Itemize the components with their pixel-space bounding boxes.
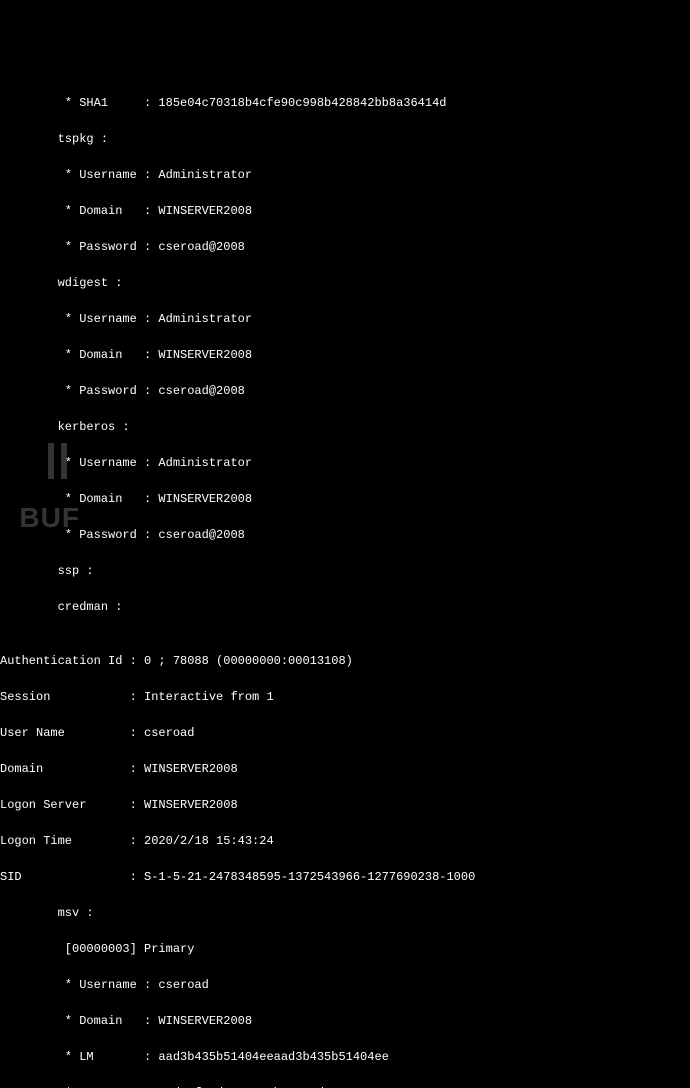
output-line: wdigest : — [0, 274, 690, 292]
output-line: tspkg : — [0, 130, 690, 148]
output-line: * Domain : WINSERVER2008 — [0, 1012, 690, 1030]
output-line: * Username : Administrator — [0, 310, 690, 328]
output-line: kerberos : — [0, 418, 690, 436]
output-line: credman : — [0, 598, 690, 616]
output-line: * Domain : WINSERVER2008 — [0, 346, 690, 364]
output-line: * Password : cseroad@2008 — [0, 238, 690, 256]
output-line: Session : Interactive from 1 — [0, 688, 690, 706]
output-line: ssp : — [0, 562, 690, 580]
output-line: User Name : cseroad — [0, 724, 690, 742]
output-line: * Password : cseroad@2008 — [0, 526, 690, 544]
output-line: msv : — [0, 904, 690, 922]
terminal-output: * SHA1 : 185e04c70318b4cfe90c998b428842b… — [0, 76, 690, 1088]
output-line: * SHA1 : 185e04c70318b4cfe90c998b428842b… — [0, 94, 690, 112]
output-line: Authentication Id : 0 ; 78088 (00000000:… — [0, 652, 690, 670]
output-line: SID : S-1-5-21-2478348595-1372543966-127… — [0, 868, 690, 886]
output-line: * Username : cseroad — [0, 976, 690, 994]
output-line: * Domain : WINSERVER2008 — [0, 202, 690, 220]
output-line: * Username : Administrator — [0, 454, 690, 472]
output-line: * LM : aad3b435b51404eeaad3b435b51404ee — [0, 1048, 690, 1066]
output-line: Domain : WINSERVER2008 — [0, 760, 690, 778]
output-line: * Password : cseroad@2008 — [0, 382, 690, 400]
output-line: Logon Server : WINSERVER2008 — [0, 796, 690, 814]
output-line: Logon Time : 2020/2/18 15:43:24 — [0, 832, 690, 850]
output-line: * NTLM : 31d6cfe0d16ae931b73c59d7e0c089c… — [0, 1084, 690, 1088]
output-line: * Username : Administrator — [0, 166, 690, 184]
output-line: * Domain : WINSERVER2008 — [0, 490, 690, 508]
output-line: [00000003] Primary — [0, 940, 690, 958]
